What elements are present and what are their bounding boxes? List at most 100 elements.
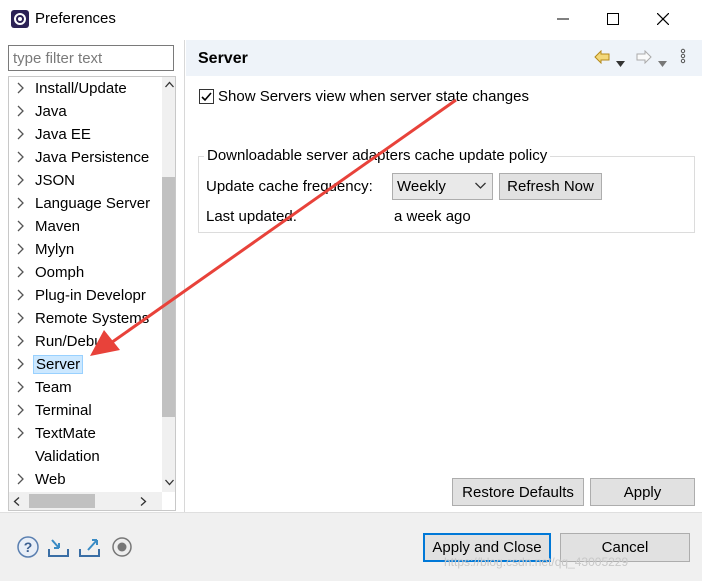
update-frequency-label: Update cache frequency: <box>206 178 373 195</box>
chevron-right-icon[interactable] <box>15 243 27 255</box>
eclipse-app-icon <box>10 9 30 29</box>
chevron-right-icon[interactable] <box>15 197 27 209</box>
tree-item-label: Validation <box>35 448 100 465</box>
close-icon <box>657 13 669 25</box>
minimize-icon <box>557 18 569 20</box>
tree-item-label: Maven <box>35 218 81 235</box>
export-icon <box>79 539 100 557</box>
tree-item-label: Plug-in Developr <box>35 287 146 304</box>
tree-item[interactable]: Install/Update <box>9 77 159 100</box>
chevron-right-icon[interactable] <box>15 151 27 163</box>
checkmark-icon <box>201 92 212 102</box>
tree-item-label: Language Server <box>35 195 151 212</box>
close-button[interactable] <box>640 0 686 38</box>
chevron-right-icon[interactable] <box>15 174 27 186</box>
tree-item[interactable]: Java EE <box>9 123 159 146</box>
back-arrow-icon <box>594 49 610 65</box>
chevron-right-icon[interactable] <box>15 473 27 485</box>
forward-nav-button[interactable] <box>636 49 652 68</box>
chevron-right-icon[interactable] <box>15 220 27 232</box>
tree-item-label: TextMate <box>35 425 96 442</box>
forward-nav-dropdown[interactable] <box>658 54 667 71</box>
record-icon <box>112 537 132 557</box>
tree-item[interactable]: Terminal <box>9 399 159 422</box>
tree-vertical-scrollbar[interactable] <box>162 77 175 492</box>
tree-item-label: Install/Update <box>35 80 127 97</box>
tree-item[interactable]: Maven <box>9 215 159 238</box>
chevron-right-icon[interactable] <box>15 358 27 370</box>
tree-vertical-scroll-thumb[interactable] <box>162 177 175 417</box>
dropdown-triangle-icon <box>658 61 667 67</box>
chevron-right-icon[interactable] <box>15 335 27 347</box>
tree-item[interactable]: Team <box>9 376 159 399</box>
help-button[interactable]: ? <box>16 535 40 559</box>
tree-item-label: Run/Debug <box>35 333 111 350</box>
chevron-right-icon[interactable] <box>15 427 27 439</box>
show-servers-label[interactable]: Show Servers view when server state chan… <box>218 88 529 105</box>
record-button[interactable] <box>110 535 134 559</box>
tree-item[interactable]: Language Server <box>9 192 159 215</box>
tree-item[interactable]: Java Persistence <box>9 146 159 169</box>
cache-policy-group-title: Downloadable server adapters cache updat… <box>204 147 551 164</box>
dropdown-triangle-icon <box>616 61 625 67</box>
window-title: Preferences <box>35 10 116 27</box>
back-nav-dropdown[interactable] <box>616 54 625 71</box>
apply-button[interactable]: Apply <box>590 478 695 506</box>
minimize-button[interactable] <box>540 0 586 38</box>
chevron-right-icon[interactable] <box>15 128 27 140</box>
tree-item[interactable]: Run/Debug <box>9 330 159 353</box>
import-button[interactable] <box>47 535 71 559</box>
preference-tree: Install/Update Java Java EE Java Persistenc… <box>8 76 176 511</box>
tree-item-label: Mylyn <box>35 241 75 258</box>
update-frequency-select[interactable]: Weekly <box>392 173 493 200</box>
restore-defaults-button[interactable]: Restore Defaults <box>452 478 584 506</box>
scroll-down-icon[interactable] <box>165 479 174 486</box>
tree-item[interactable]: Mylyn <box>9 238 159 261</box>
scroll-up-icon[interactable] <box>165 81 174 88</box>
refresh-now-button[interactable]: Refresh Now <box>499 173 602 200</box>
tree-item-label: Team <box>35 379 72 396</box>
tree-item-label: Remote Systems <box>35 310 150 327</box>
tree-item[interactable]: Server <box>9 353 159 376</box>
tree-item-label: Terminal <box>35 402 92 419</box>
help-icon: ? <box>17 536 39 558</box>
chevron-right-icon[interactable] <box>15 105 27 117</box>
tree-item[interactable]: Web <box>9 468 159 491</box>
tree-item-label: Java EE <box>35 126 91 143</box>
maximize-icon <box>607 13 619 25</box>
tree-item[interactable]: Plug-in Developr <box>9 284 159 307</box>
tree-horizontal-scrollbar[interactable] <box>9 492 162 510</box>
scroll-right-icon[interactable] <box>140 497 147 506</box>
update-frequency-value: Weekly <box>397 178 446 195</box>
export-button[interactable] <box>78 535 102 559</box>
view-menu-button[interactable] <box>680 48 686 68</box>
chevron-right-icon[interactable] <box>15 312 27 324</box>
tree-item-label: Java <box>35 103 67 120</box>
tree-item[interactable]: Validation <box>9 445 159 468</box>
panel-divider[interactable] <box>184 40 185 512</box>
chevron-right-icon[interactable] <box>15 82 27 94</box>
watermark: https://blog.csdn.net/qq_43005229 <box>444 555 629 569</box>
page-title: Server <box>198 50 248 67</box>
tree-item[interactable]: TextMate <box>9 422 159 445</box>
tree-item[interactable]: JSON <box>9 169 159 192</box>
tree-item[interactable]: Remote Systems <box>9 307 159 330</box>
show-servers-checkbox[interactable] <box>199 89 214 104</box>
chevron-right-icon[interactable] <box>15 404 27 416</box>
more-options-icon <box>680 48 686 64</box>
maximize-button[interactable] <box>590 0 636 38</box>
tree-item[interactable]: Oomph <box>9 261 159 284</box>
tree-item[interactable]: Java <box>9 100 159 123</box>
tree-horizontal-scroll-thumb[interactable] <box>29 494 95 508</box>
back-nav-button[interactable] <box>594 49 610 68</box>
filter-input[interactable] <box>8 45 174 71</box>
tree-item-label: Web <box>35 471 66 488</box>
chevron-right-icon[interactable] <box>15 381 27 393</box>
tree-item-label: Oomph <box>35 264 85 281</box>
tree-item-label: Server <box>33 355 84 374</box>
tree-item-label: Java Persistence <box>35 149 150 166</box>
chevron-right-icon[interactable] <box>15 289 27 301</box>
chevron-right-icon[interactable] <box>15 266 27 278</box>
import-icon <box>48 539 69 557</box>
scroll-left-icon[interactable] <box>13 497 20 506</box>
